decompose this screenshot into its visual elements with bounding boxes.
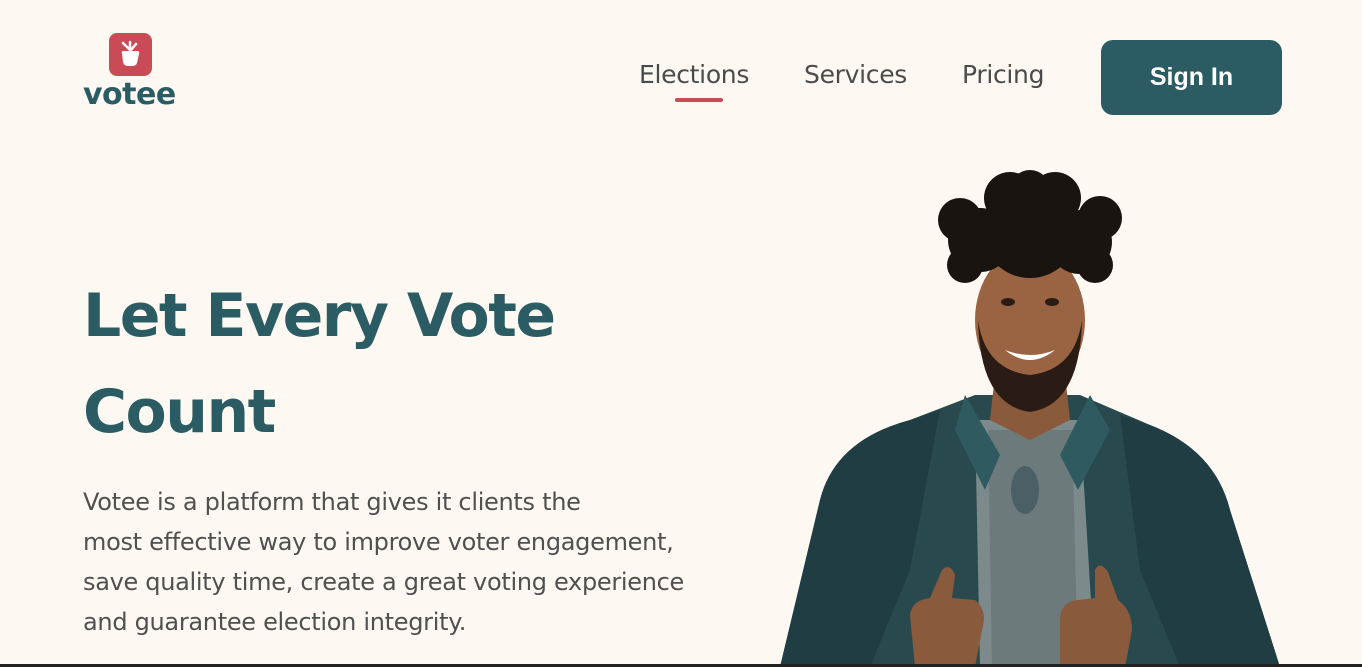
hero-description: Votee is a platform that gives it client… [83,482,763,642]
nav-item-services[interactable]: Services [804,60,962,89]
brand-name: votee [83,77,176,112]
sign-in-button[interactable]: Sign In [1101,40,1282,115]
landing-page: votee Elections Services Pricing Sign In… [0,0,1362,667]
hero-title-line-1: Let Every Vote [83,281,556,351]
active-indicator [675,98,723,102]
hand-vote-icon [109,33,152,76]
hero-desc-line-2: most effective way to improve voter enga… [83,528,674,556]
hero-title-line-2: Count [83,377,276,447]
nav-label: Pricing [962,60,1045,89]
nav-label: Elections [639,60,750,89]
hero-title: Let Every Vote Count [83,268,723,460]
hero-desc-line-1: Votee is a platform that gives it client… [83,488,581,516]
hero-desc-line-4: and guarantee election integrity. [83,608,467,636]
hero-desc-line-3: save quality time, create a great voting… [83,568,685,596]
brand-logo[interactable]: votee [83,33,183,113]
nav-label: Services [804,60,908,89]
main-nav: Elections Services Pricing [639,60,1072,102]
hero-person-image [760,170,1320,667]
nav-item-pricing[interactable]: Pricing [962,60,1072,89]
nav-item-elections[interactable]: Elections [639,60,804,102]
